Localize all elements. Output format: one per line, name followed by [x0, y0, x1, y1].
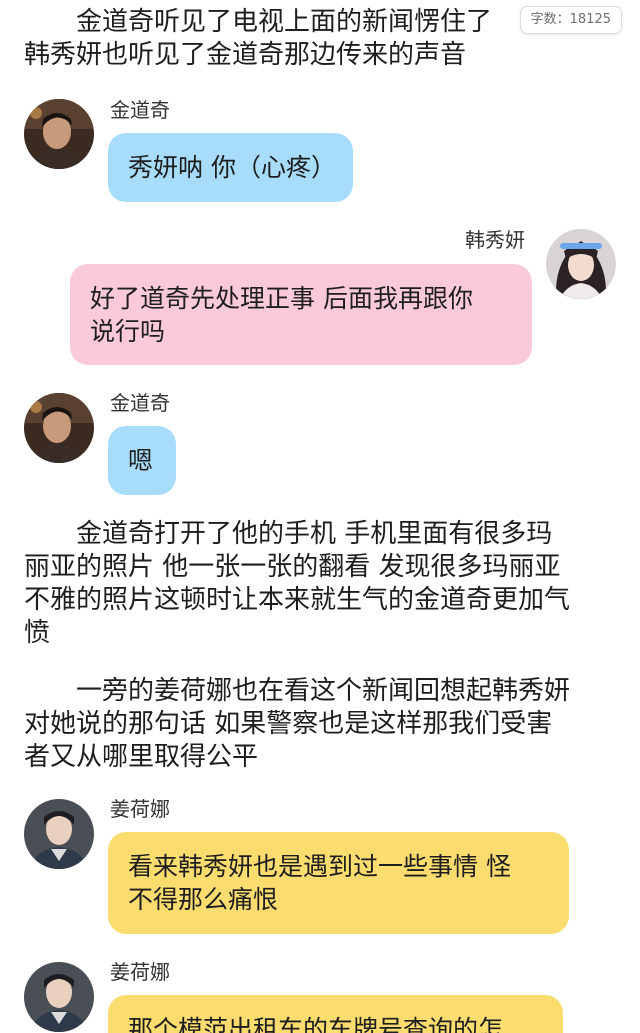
story-paragraph-2: 金道奇打开了他的手机 手机里面有很多玛 丽亚的照片 他一张一张的翻看 发现很多玛… — [24, 519, 571, 648]
sender-name-2: 韩秀妍 — [465, 228, 525, 252]
chat-bubble-4[interactable]: 看来韩秀妍也是遇到过一些事情 怪 不得那么痛恨 — [108, 832, 569, 934]
sender-name-4: 姜荷娜 — [110, 797, 170, 821]
avatar-kim-daoqi-icon[interactable] — [24, 99, 94, 169]
sender-name-5: 姜荷娜 — [110, 960, 170, 984]
story-paragraph-1: 金道奇听见了电视上面的新闻愣住了 韩秀妍也听见了金道奇那边传来的声音 — [24, 7, 493, 70]
chat-bubble-5[interactable]: 那个模范出租车的车牌号查询的怎 — [108, 995, 563, 1033]
story-paragraph-3: 一旁的姜荷娜也在看这个新闻回想起韩秀妍 对她说的那句话 如果警察也是这样那我们受… — [24, 676, 571, 772]
avatar-jiang-hena-icon[interactable] — [24, 799, 94, 869]
avatar-kim-daoqi-icon[interactable] — [24, 393, 94, 463]
sender-name-1: 金道奇 — [110, 98, 170, 122]
chat-bubble-3[interactable]: 嗯 — [108, 426, 176, 495]
avatar-han-xiuyan-icon[interactable] — [546, 229, 616, 299]
sender-name-3: 金道奇 — [110, 391, 170, 415]
avatar-jiang-hena-icon[interactable] — [24, 962, 94, 1032]
chat-bubble-2[interactable]: 好了道奇先处理正事 后面我再跟你 说行吗 — [70, 264, 532, 365]
chat-bubble-1[interactable]: 秀妍呐 你（心疼） — [108, 133, 353, 202]
